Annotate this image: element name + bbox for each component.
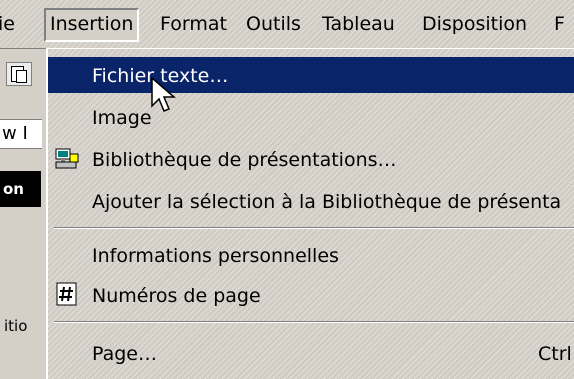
menu-item-label: Numéros de page xyxy=(92,285,261,307)
menu-item-fichier-texte[interactable]: Fichier texte… xyxy=(48,57,574,93)
menu-tableau[interactable]: Tableau xyxy=(322,10,395,38)
menu-item-label: Informations personnelles xyxy=(92,245,339,267)
menu-item-image[interactable]: Image xyxy=(48,99,574,135)
menu-separator xyxy=(54,227,574,229)
menu-item-label: Ajouter la sélection à la Bibliothèque d… xyxy=(92,191,562,213)
menu-item-numeros-page[interactable]: Numéros de page xyxy=(48,277,574,313)
menu-item-informations[interactable]: Informations personnelles xyxy=(48,237,574,273)
menu-item-bibliotheque[interactable]: Bibliothèque de présentations… xyxy=(48,141,574,177)
document-text-snippet-bottom: itio xyxy=(4,317,28,335)
menu-affichage[interactable]: ie xyxy=(0,10,15,38)
mouse-pointer-icon xyxy=(151,76,177,112)
menu-item-shortcut: Ctrl xyxy=(538,343,572,365)
page-number-icon xyxy=(56,282,77,306)
menu-format[interactable]: Format xyxy=(160,10,227,38)
menu-separator xyxy=(54,321,574,323)
menu-item-ajouter-selection[interactable]: Ajouter la sélection à la Bibliothèque d… xyxy=(48,183,574,219)
paste-icon[interactable] xyxy=(6,62,32,86)
library-icon xyxy=(55,148,79,169)
menu-item-label: Page… xyxy=(92,343,157,365)
window-background: w I on itio xyxy=(0,49,46,368)
menu-item-label: Image xyxy=(92,107,152,129)
menu-fenetre[interactable]: F xyxy=(554,10,565,38)
menu-item-label: Bibliothèque de présentations… xyxy=(92,149,397,171)
insertion-dropdown-menu: Fichier texte… Image Bibliothèque de pré… xyxy=(46,48,574,379)
menu-item-page[interactable]: Page… Ctrl xyxy=(48,335,574,371)
menu-disposition[interactable]: Disposition xyxy=(422,10,527,38)
menu-outils[interactable]: Outils xyxy=(246,10,301,38)
document-text-snippet: w I xyxy=(0,119,42,149)
dark-text-block: on xyxy=(0,171,41,207)
menu-insertion[interactable]: Insertion xyxy=(44,8,140,42)
menu-bar: ie Insertion Format Outils Tableau Dispo… xyxy=(0,0,574,49)
